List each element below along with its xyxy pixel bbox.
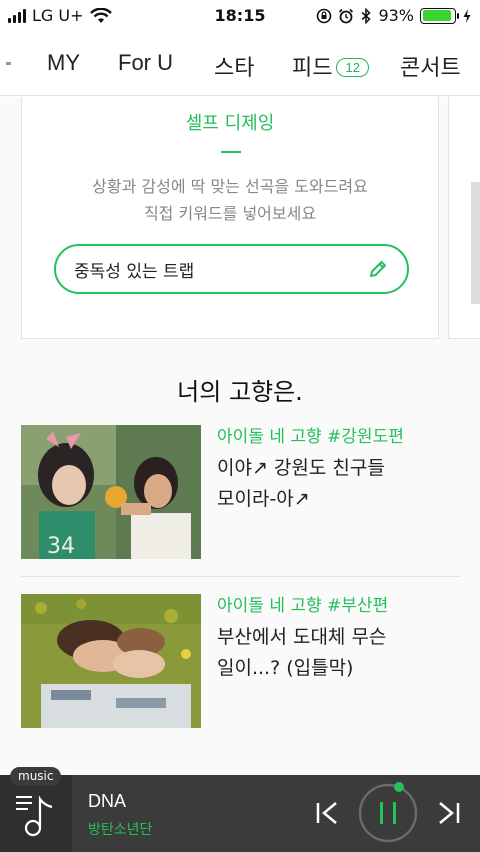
rotation-lock-icon — [317, 8, 332, 23]
next-icon[interactable] — [436, 799, 462, 827]
music-badge: music — [10, 767, 62, 786]
status-bar: LG U+ 18:15 93% — [0, 0, 480, 32]
charging-icon — [463, 8, 471, 23]
item-text: 아이돌 네 고향 #부산편 부산에서 도대체 무슨 일이...? (입틀막) — [217, 594, 467, 684]
svg-text:34: 34 — [47, 534, 75, 559]
self-djing-card: 셀프 디제잉 상황과 감성에 딱 맞는 선곡을 도와드려요 직접 키워드를 넣어… — [21, 97, 439, 339]
song-title: DNA — [88, 791, 127, 811]
card-description: 상황과 감성에 딱 맞는 선곡을 도와드려요 직접 키워드를 넣어보세요 — [22, 173, 438, 227]
tab-feed-label: 피드 — [292, 55, 333, 80]
tab-my[interactable]: MY — [47, 50, 80, 76]
status-right: 93% — [316, 6, 472, 25]
pause-icon — [358, 782, 418, 843]
card-divider — [221, 151, 241, 153]
list-item[interactable]: 34 아이돌 네 고향 #강원도편 이야↗ 강원도 친구들 모이라-아↗ — [21, 425, 461, 559]
item-title-line2: 일이...? (입틀막) — [217, 657, 354, 679]
scroll-hint — [6, 62, 11, 65]
top-nav-tabs: MY For U 스타 피드 12 콘서트 — [0, 34, 480, 96]
item-title-line1: 이야↗ 강원도 친구들 — [217, 457, 385, 479]
battery-icon — [420, 7, 459, 24]
item-title-line1: 부산에서 도대체 무슨 — [217, 626, 387, 648]
tab-star[interactable]: 스타 — [214, 50, 254, 82]
item-text: 아이돌 네 고향 #강원도편 이야↗ 강원도 친구들 모이라-아↗ — [217, 425, 467, 515]
feed-count-badge: 12 — [336, 58, 369, 77]
alarm-icon — [339, 8, 354, 23]
item-title: 부산에서 도대체 무슨 일이...? (입틀막) — [217, 622, 467, 684]
next-card-strip — [471, 182, 480, 304]
thumbnail-image: 34 — [21, 425, 201, 559]
card-desc-line1: 상황과 감성에 딱 맞는 선곡을 도와드려요 — [92, 177, 368, 196]
thumbnail-image — [21, 594, 201, 728]
mini-player[interactable]: DNA 방탄소년단 — [0, 775, 480, 852]
pause-button[interactable] — [357, 782, 419, 844]
list-item[interactable]: 아이돌 네 고향 #부산편 부산에서 도대체 무슨 일이...? (입틀막) — [21, 594, 461, 728]
item-title-line2: 모이라-아↗ — [217, 488, 310, 510]
main-content: 셀프 디제잉 상황과 감성에 딱 맞는 선곡을 도와드려요 직접 키워드를 넣어… — [0, 97, 480, 775]
playlist-button[interactable] — [0, 775, 72, 852]
bluetooth-icon — [361, 7, 372, 24]
battery-fill — [422, 10, 452, 21]
list-divider — [21, 576, 461, 577]
tab-for-u[interactable]: For U — [118, 50, 173, 76]
item-tag: 아이돌 네 고향 #강원도편 — [217, 427, 404, 447]
playlist-icon — [16, 795, 53, 837]
previous-icon[interactable] — [314, 799, 340, 827]
song-artist: 방탄소년단 — [88, 822, 153, 838]
keyword-input[interactable]: 중독성 있는 트랩 — [54, 244, 409, 294]
next-card-peek[interactable] — [448, 97, 480, 339]
tab-feed[interactable]: 피드 12 — [292, 50, 369, 82]
pencil-icon[interactable] — [367, 258, 389, 280]
battery-percent: 93% — [378, 6, 414, 25]
card-desc-line2: 직접 키워드를 넣어보세요 — [143, 204, 317, 223]
item-title: 이야↗ 강원도 친구들 모이라-아↗ — [217, 453, 467, 515]
item-tag: 아이돌 네 고향 #부산편 — [217, 596, 389, 616]
card-title: 셀프 디제잉 — [185, 113, 275, 134]
tab-concert[interactable]: 콘서트 — [400, 50, 461, 82]
section-title: 너의 고향은. — [177, 378, 303, 406]
keyword-text: 중독성 있는 트랩 — [74, 261, 195, 282]
